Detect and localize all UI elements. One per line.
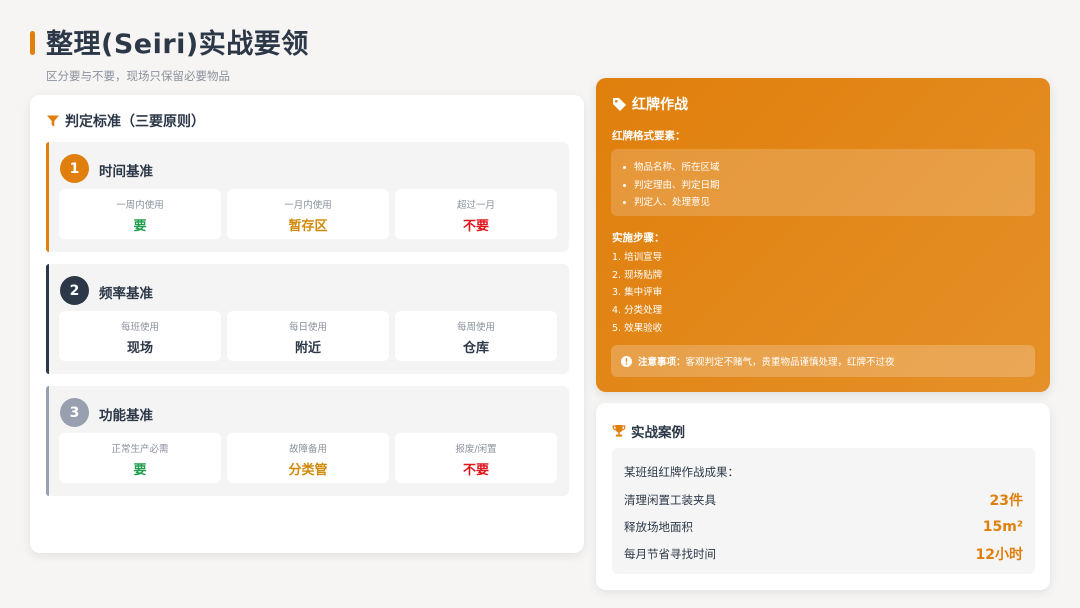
cell-value: 要	[133, 463, 147, 478]
result-row: 清理闲置工装夹具 23件	[624, 489, 1023, 511]
steps-title: 实施步骤：	[612, 232, 665, 244]
criteria-block-time: 1 时间基准 一周内使用 要 一月内使用 暂存区 超过一月 不要	[46, 142, 569, 252]
criteria-cell: 每班使用 现场	[59, 311, 221, 361]
result-label: 每月节省寻找时间	[624, 547, 716, 561]
cell-label: 一月内使用	[284, 200, 332, 211]
number-badge: 2	[60, 276, 89, 305]
step-item: 2. 现场贴牌	[612, 269, 663, 281]
case-card: 实战案例 某班组红牌作战成果： 清理闲置工装夹具 23件 释放场地面积 15m²…	[596, 403, 1050, 590]
cell-value: 要	[133, 219, 147, 234]
case-heading: 实战案例	[612, 421, 685, 441]
step-item: 4. 分类处理	[612, 305, 663, 317]
result-row: 每月节省寻找时间 12小时	[624, 543, 1023, 565]
cell-value: 现场	[126, 341, 153, 356]
criteria-block-function: 3 功能基准 正常生产必需 要 故障备用 分类管 报废/闲置 不要	[46, 386, 569, 496]
step-item: 3. 集中评审	[612, 287, 663, 299]
list-item: 判定理由、判定日期	[623, 177, 1035, 195]
title-accent-bar	[30, 31, 35, 55]
criteria-cell: 一周内使用 要	[59, 189, 221, 239]
criteria-cell: 每周使用 仓库	[395, 311, 557, 361]
step-item: 5. 效果验收	[612, 322, 663, 334]
cell-value: 不要	[462, 463, 489, 478]
cell-value: 不要	[462, 219, 489, 234]
result-value: 12小时	[975, 547, 1023, 563]
criteria-cell: 报废/闲置 不要	[395, 433, 557, 483]
criteria-heading: 判定标准（三要原则）	[46, 111, 205, 131]
criteria-cell: 超过一月 不要	[395, 189, 557, 239]
filter-icon	[47, 115, 59, 127]
case-results: 某班组红牌作战成果： 清理闲置工装夹具 23件 释放场地面积 15m² 每月节省…	[612, 448, 1035, 574]
red-tag-heading-text: 红牌作战	[632, 97, 688, 113]
page-subtitle: 区分要与不要，现场只保留必要物品	[46, 69, 230, 83]
block-accent	[46, 142, 49, 252]
block-accent	[46, 386, 49, 496]
block-title: 时间基准	[99, 164, 153, 180]
info-icon	[621, 355, 632, 367]
case-intro: 某班组红牌作战成果：	[624, 465, 739, 479]
cell-label: 每班使用	[120, 322, 159, 333]
steps-list: 1. 培训宣导 2. 现场贴牌 3. 集中评审 4. 分类处理 5. 效果验收	[612, 249, 662, 338]
result-value: 23件	[989, 493, 1023, 509]
notice-label: 注意事项：	[638, 357, 686, 368]
list-item: 物品名称、所在区域	[623, 159, 1035, 177]
cell-value: 暂存区	[288, 219, 328, 234]
list-item: 判定人、处理意见	[623, 194, 1035, 212]
format-title: 红牌格式要素：	[612, 130, 686, 142]
result-label: 释放场地面积	[624, 520, 693, 534]
notice-box: 注意事项：客观判定不赌气，贵重物品谨慎处理，红牌不过夜	[611, 345, 1035, 377]
block-title: 功能基准	[99, 408, 153, 424]
number-badge: 1	[60, 154, 89, 183]
criteria-cell: 正常生产必需 要	[59, 433, 221, 483]
case-heading-text: 实战案例	[631, 425, 685, 441]
notice-text: 客观判定不赌气，贵重物品谨慎处理，红牌不过夜	[685, 357, 895, 368]
result-value: 15m²	[982, 519, 1023, 535]
criteria-card: 判定标准（三要原则） 1 时间基准 一周内使用 要 一月内使用 暂存区 超过一月…	[30, 95, 584, 553]
cell-label: 报废/闲置	[455, 444, 497, 455]
cell-value: 分类管	[288, 463, 328, 478]
cell-label: 一周内使用	[116, 200, 164, 211]
result-row: 释放场地面积 15m²	[624, 516, 1023, 538]
red-tag-heading: 红牌作战	[612, 94, 688, 114]
step-item: 1. 培训宣导	[612, 252, 663, 263]
block-title: 频率基准	[99, 286, 153, 302]
cell-value: 仓库	[462, 341, 489, 356]
page-title: 整理(Seiri)实战要领	[46, 29, 309, 60]
criteria-cell: 故障备用 分类管	[227, 433, 389, 483]
cell-label: 故障备用	[288, 444, 327, 455]
number-badge: 3	[60, 398, 89, 427]
red-tag-card: 红牌作战 红牌格式要素： 物品名称、所在区域 判定理由、判定日期 判定人、处理意…	[596, 78, 1050, 392]
format-list: 物品名称、所在区域 判定理由、判定日期 判定人、处理意见	[611, 149, 1035, 216]
result-label: 清理闲置工装夹具	[624, 493, 716, 507]
criteria-heading-text: 判定标准（三要原则）	[65, 114, 205, 130]
criteria-block-frequency: 2 频率基准 每班使用 现场 每日使用 附近 每周使用 仓库	[46, 264, 569, 374]
cell-label: 正常生产必需	[111, 444, 169, 455]
cell-label: 超过一月	[456, 200, 495, 211]
cell-value: 附近	[294, 341, 321, 356]
trophy-icon	[612, 425, 626, 437]
criteria-cell: 一月内使用 暂存区	[227, 189, 389, 239]
tag-icon	[613, 97, 626, 111]
cell-label: 每周使用	[456, 322, 495, 333]
cell-label: 每日使用	[288, 322, 327, 333]
block-accent	[46, 264, 49, 374]
criteria-cell: 每日使用 附近	[227, 311, 389, 361]
